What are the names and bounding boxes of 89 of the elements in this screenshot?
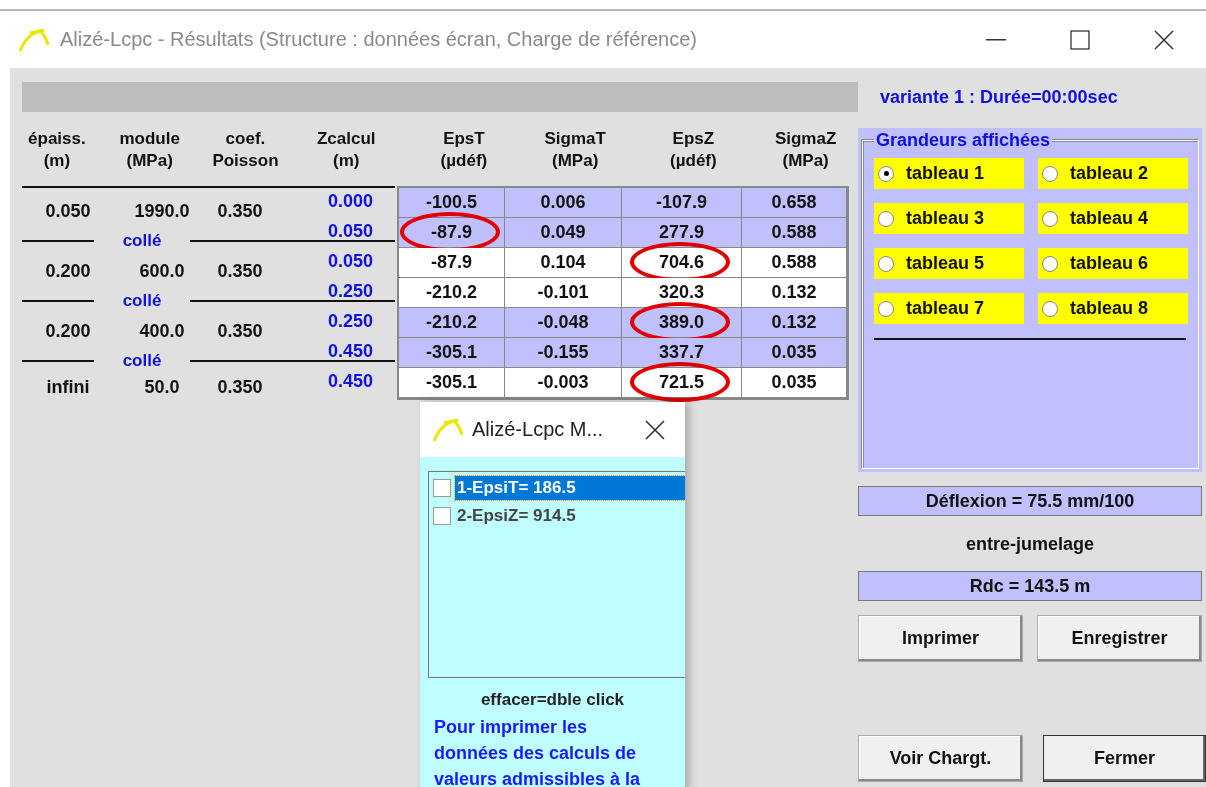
table-cell: 0.104 [505, 248, 622, 278]
table-cell-text: 0.350 [216, 260, 264, 282]
radio-option[interactable]: tableau 8 [1038, 293, 1188, 324]
column-header: EpsT (µdéf) [439, 128, 489, 172]
app-logo-icon [432, 416, 464, 443]
radio-icon[interactable] [1042, 255, 1058, 272]
close-icon[interactable] [645, 419, 665, 440]
column-header: coef. Poisson [211, 128, 280, 172]
table-cell: 337.7 [622, 338, 742, 368]
action-button[interactable]: Imprimer [858, 615, 1023, 662]
radio-icon[interactable] [878, 255, 894, 272]
table-cell-text: 0.450 [326, 370, 374, 393]
table-cell-text: 0.050 [44, 200, 92, 222]
table-cell: -100.5 [399, 188, 505, 218]
radio-option[interactable]: tableau 2 [1038, 158, 1188, 189]
radio-option[interactable]: tableau 1 [874, 158, 1024, 189]
table-cell-text: 0.050 [326, 250, 374, 273]
deflection-field: Déflexion = 75.5 mm/100 [858, 486, 1202, 516]
table-cell: -0.155 [505, 338, 622, 368]
column-header: Zcalcul (m) [315, 128, 377, 172]
action-button[interactable]: Enregistrer [1037, 615, 1202, 662]
table-cell: 320.3 [622, 278, 742, 308]
table-cell: 0.588 [742, 218, 847, 248]
table-cell: -0.048 [505, 308, 622, 338]
table-cell: 0.132 [742, 278, 847, 308]
radio-icon[interactable] [1042, 210, 1058, 227]
action-button[interactable]: Fermer [1043, 735, 1206, 782]
table-cell: -107.9 [622, 188, 742, 218]
table-cell: 0.035 [742, 338, 847, 368]
column-header: EpsZ (µdéf) [669, 128, 718, 172]
radio-icon[interactable] [1042, 165, 1058, 182]
radio-option[interactable]: tableau 3 [874, 203, 1024, 234]
table-cell-text: 0.450 [326, 340, 374, 363]
note-text: Pour imprimer les données des calculs de valeurs admissibles à la [434, 716, 642, 787]
table-cell-text: infini [45, 377, 91, 398]
table-cell-text: 0.000 [326, 190, 374, 213]
table-cell-text: 0.350 [216, 200, 264, 222]
checkbox[interactable] [433, 507, 451, 526]
window-title: Alizé-Lcpc - Résultats (Structure : données écran, Charge de référence) [60, 28, 698, 51]
popup-title: Alizé-Lcpc M... [472, 418, 605, 442]
position-label: entre-jumelage [964, 534, 1095, 555]
interface-label: collé [121, 354, 163, 368]
table-cell: -305.1 [399, 368, 505, 398]
radio-icon[interactable] [1042, 300, 1058, 317]
interface-label: collé [121, 234, 163, 248]
action-button[interactable]: Voir Chargt. [858, 735, 1023, 782]
table-cell: -0.003 [505, 368, 622, 398]
column-header: SigmaT (MPa) [543, 128, 607, 172]
table-cell: 0.006 [505, 188, 622, 218]
table-cell-text: 0.250 [326, 280, 374, 303]
radius-field: Rdc = 143.5 m [858, 571, 1202, 601]
table-cell-text: 0.200 [44, 260, 92, 282]
table-cell: -87.9 [399, 248, 505, 278]
column-header: SigmaZ (MPa) [773, 128, 838, 172]
table-cell-text: 50.0 [143, 377, 181, 398]
table-cell-text: 0.050 [326, 220, 374, 243]
column-header: module (MPa) [118, 128, 181, 172]
hint-text: effacer=dble click [479, 690, 626, 710]
interface-label: collé [121, 294, 163, 308]
table-cell: 0.588 [742, 248, 847, 278]
table-cell-text: 1990.0 [133, 200, 191, 222]
checkbox[interactable] [433, 479, 451, 498]
table-cell-text: 400.0 [138, 320, 186, 342]
table-cell: 277.9 [622, 218, 742, 248]
table-cell: 0.658 [742, 188, 847, 218]
table-cell: 0.035 [742, 368, 847, 398]
radio-option[interactable]: tableau 6 [1038, 248, 1188, 279]
table-cell-text: 600.0 [138, 260, 186, 282]
radio-option[interactable]: tableau 5 [874, 248, 1024, 279]
radio-icon[interactable] [878, 165, 894, 182]
table-cell-text: 0.250 [326, 310, 374, 333]
list-item[interactable]: 2-EpsiZ= 914.5 [455, 504, 685, 529]
table-cell: -0.101 [505, 278, 622, 308]
radio-option[interactable]: tableau 7 [874, 293, 1024, 324]
radio-icon[interactable] [878, 210, 894, 227]
variant-label: variante 1 : Durée=00:00sec [879, 85, 1119, 109]
column-header: épaiss. (m) [27, 128, 87, 172]
table-cell: -210.2 [399, 308, 505, 338]
table-cell: -210.2 [399, 278, 505, 308]
table-cell: 0.049 [505, 218, 622, 248]
radio-option[interactable]: tableau 4 [1038, 203, 1188, 234]
table-cell-text: 0.200 [44, 320, 92, 342]
list-item[interactable]: 1-EpsiT= 186.5 [455, 476, 685, 501]
radio-icon[interactable] [878, 300, 894, 317]
table-cell: -305.1 [399, 338, 505, 368]
table-cell-text: 0.350 [216, 320, 264, 342]
table-cell: 0.132 [742, 308, 847, 338]
table-cell-text: 0.350 [216, 377, 264, 398]
app-logo-icon [18, 26, 50, 53]
